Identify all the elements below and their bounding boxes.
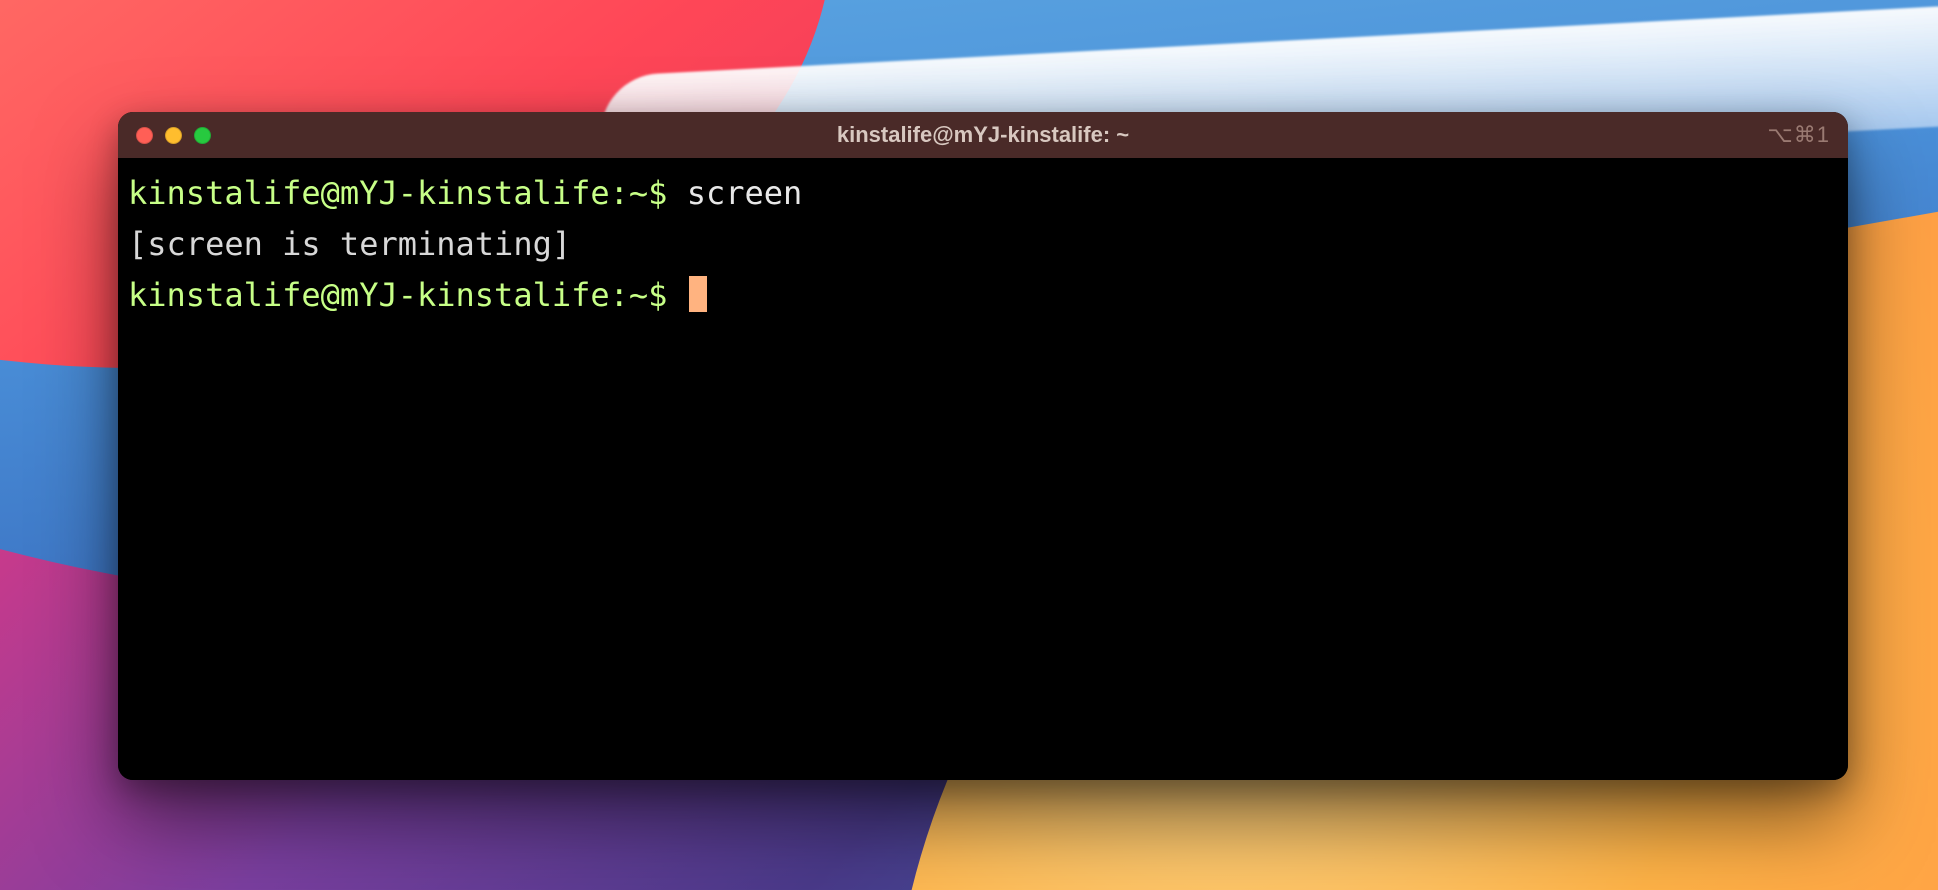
shortcut-indicator: ⌥⌘1 bbox=[1767, 122, 1830, 148]
cursor-icon bbox=[689, 276, 707, 312]
window-title: kinstalife@mYJ-kinstalife: ~ bbox=[118, 122, 1848, 148]
traffic-lights bbox=[136, 127, 211, 144]
terminal-body[interactable]: kinstalife@mYJ-kinstalife:~$ screen [scr… bbox=[118, 158, 1848, 780]
terminal-line: kinstalife@mYJ-kinstalife:~$ screen bbox=[128, 168, 1838, 219]
maximize-button[interactable] bbox=[194, 127, 211, 144]
close-button[interactable] bbox=[136, 127, 153, 144]
shell-command: screen bbox=[687, 174, 803, 212]
shell-prompt: kinstalife@mYJ-kinstalife:~$ bbox=[128, 276, 687, 314]
titlebar[interactable]: kinstalife@mYJ-kinstalife: ~ ⌥⌘1 bbox=[118, 112, 1848, 158]
minimize-button[interactable] bbox=[165, 127, 182, 144]
terminal-window: kinstalife@mYJ-kinstalife: ~ ⌥⌘1 kinstal… bbox=[118, 112, 1848, 780]
shell-output: [screen is terminating] bbox=[128, 225, 571, 263]
shell-prompt: kinstalife@mYJ-kinstalife:~$ bbox=[128, 174, 687, 212]
terminal-line: [screen is terminating] bbox=[128, 219, 1838, 270]
terminal-line: kinstalife@mYJ-kinstalife:~$ bbox=[128, 270, 1838, 321]
